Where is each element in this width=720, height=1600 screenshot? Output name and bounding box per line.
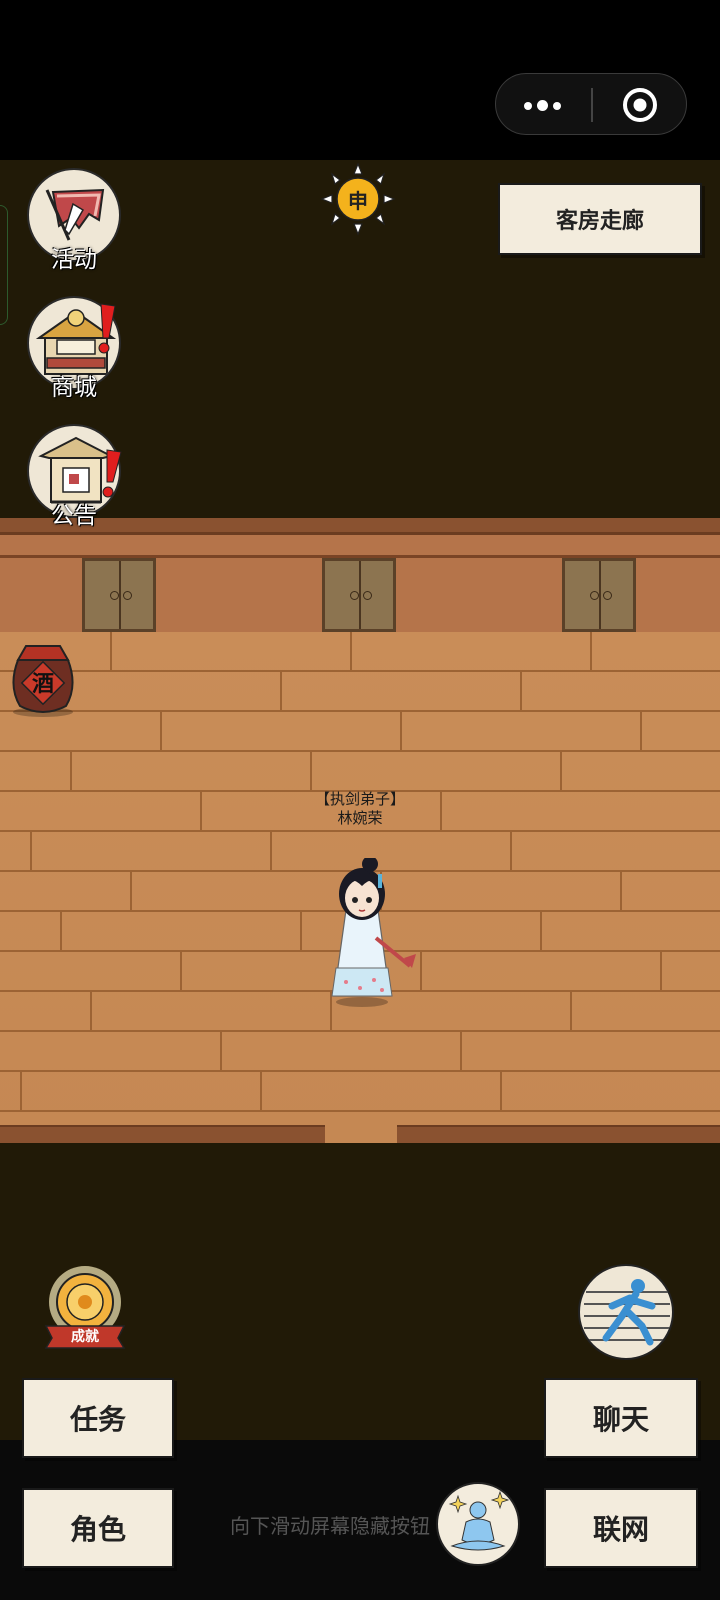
- achievement-button[interactable]: 成就: [40, 1264, 130, 1350]
- notice-button[interactable]: 公告: [27, 424, 122, 529]
- player-sprite: [331, 856, 416, 1007]
- floor-ledge-right: [397, 1125, 720, 1145]
- guest-room-door-3[interactable]: [562, 558, 636, 632]
- running-man-icon: [584, 1279, 670, 1346]
- notice-alert-icon: [102, 449, 122, 498]
- meditation-icon: [448, 1490, 510, 1551]
- activity-button[interactable]: 活动: [27, 168, 121, 273]
- capsule-divider: [591, 88, 593, 122]
- side-handle[interactable]: [0, 205, 8, 325]
- role-button[interactable]: 角色: [22, 1488, 174, 1568]
- player-character[interactable]: [320, 856, 420, 1008]
- notice-label: 公告: [51, 503, 97, 529]
- quest-button[interactable]: 任务: [22, 1378, 174, 1458]
- hide-buttons-hint: 向下滑动屏幕隐藏按钮: [230, 1514, 430, 1538]
- location-label: 客房走廊: [498, 183, 702, 255]
- player-title: 【执剑弟子】: [314, 790, 405, 808]
- online-button[interactable]: 联网: [544, 1488, 698, 1568]
- wine-jar-label: 酒: [31, 672, 54, 697]
- chat-button[interactable]: 聊天: [544, 1378, 698, 1458]
- shop-label: 商城: [51, 375, 97, 401]
- guest-room-door-2[interactable]: [322, 558, 396, 632]
- activity-label: 活动: [51, 247, 97, 273]
- shop-alert-icon: [98, 303, 116, 354]
- player-name: 林婉荣: [337, 809, 383, 827]
- run-button[interactable]: [578, 1264, 674, 1360]
- guest-room-door-1[interactable]: [82, 558, 156, 632]
- close-miniprogram-icon[interactable]: [622, 87, 658, 123]
- meditate-button[interactable]: [436, 1482, 520, 1566]
- time-label: 申: [348, 189, 368, 213]
- more-menu-icon[interactable]: [524, 100, 561, 111]
- player-nameplate: 【执剑弟子】 林婉荣: [290, 790, 430, 828]
- floor-ledge-left: [0, 1125, 325, 1145]
- wine-jar[interactable]: 酒: [4, 636, 82, 718]
- achievement-label: 成就: [71, 1329, 99, 1345]
- shop-button[interactable]: 商城: [27, 296, 121, 401]
- time-of-day-indicator[interactable]: 申: [318, 162, 398, 236]
- mini-program-capsule: [495, 73, 687, 135]
